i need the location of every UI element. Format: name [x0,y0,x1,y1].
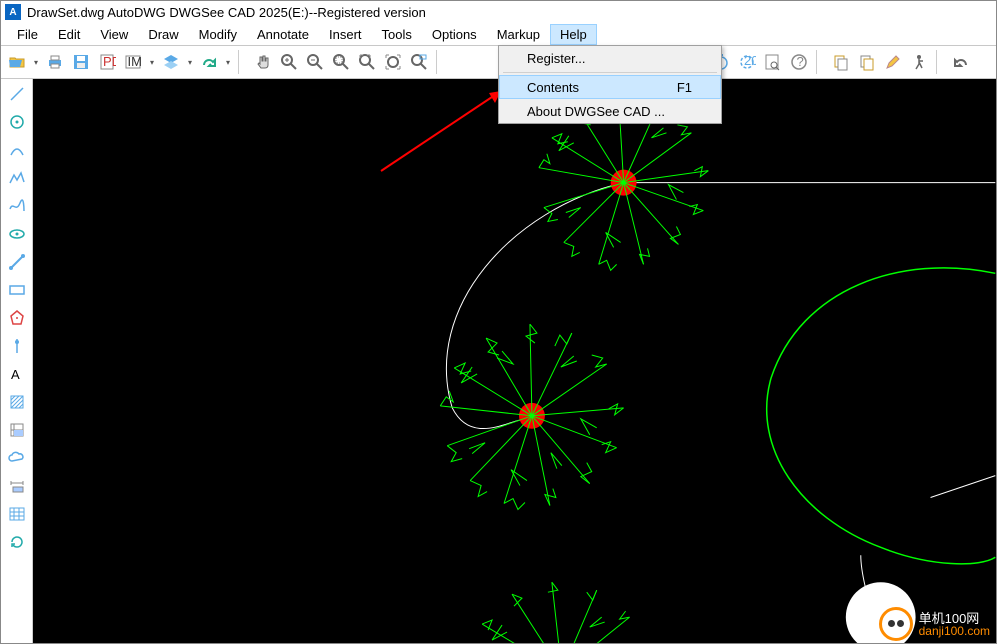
watermark-line1: 单机100网 [919,612,990,625]
menu-tools[interactable]: Tools [372,24,422,45]
window-title: DrawSet.dwg AutoDWG DWGSee CAD 2025(E:)-… [27,5,426,20]
brush-button[interactable] [881,50,905,74]
menu-options[interactable]: Options [422,24,487,45]
zoom-area-button[interactable] [407,50,431,74]
zoom-window-button[interactable] [329,50,353,74]
hatch-tool[interactable] [6,391,28,413]
help-contents[interactable]: Contents F1 [499,75,721,99]
undo-button[interactable] [949,50,973,74]
help-about[interactable]: About DWGSee CAD ... [499,99,721,123]
help-contents-shortcut: F1 [677,80,692,95]
marker-tool[interactable] [6,335,28,357]
point-tool[interactable] [6,251,28,273]
dimension-tool[interactable] [6,475,28,497]
timer-button[interactable]: 20 [735,50,759,74]
help-button[interactable]: ? [787,50,811,74]
zoom-all-button[interactable] [381,50,405,74]
pan-button[interactable] [251,50,275,74]
zoom-in-button[interactable] [277,50,301,74]
paste-button[interactable] [855,50,879,74]
svg-text:PDF: PDF [103,54,116,69]
menu-file[interactable]: File [7,24,48,45]
cloud-tool[interactable] [6,447,28,469]
svg-text:IMG: IMG [128,54,143,69]
svg-text:20: 20 [744,53,756,68]
svg-text:A: A [11,367,20,382]
polyline-tool[interactable] [6,167,28,189]
open-button[interactable] [5,50,29,74]
redo-button[interactable] [197,50,221,74]
redo-dropdown[interactable]: ▾ [223,58,233,67]
watermark-icon [879,607,913,641]
open-dropdown[interactable]: ▾ [31,58,41,67]
menu-edit[interactable]: Edit [48,24,90,45]
pdf-export-button[interactable]: PDF [95,50,119,74]
help-register[interactable]: Register... [499,46,721,70]
spline-tool[interactable] [6,195,28,217]
svg-text:?: ? [797,54,804,69]
menu-separator [503,72,717,73]
polygon-tool[interactable] [6,307,28,329]
watermark: 单机100网 danji100.com [879,607,990,641]
title-bar: A DrawSet.dwg AutoDWG DWGSee CAD 2025(E:… [1,1,996,23]
menu-insert[interactable]: Insert [319,24,372,45]
walk-button[interactable] [907,50,931,74]
print-button[interactable] [43,50,67,74]
refresh-tool[interactable] [6,531,28,553]
block-tool[interactable] [6,419,28,441]
layers-button[interactable] [159,50,183,74]
rectangle-tool[interactable] [6,279,28,301]
menu-modify[interactable]: Modify [189,24,247,45]
app-icon: A [5,4,21,20]
ellipse-tool[interactable] [6,223,28,245]
help-contents-label: Contents [527,80,579,95]
circle-tool[interactable] [6,111,28,133]
zoom-out-button[interactable] [303,50,327,74]
img-export-button[interactable]: IMG [121,50,145,74]
zoom-extents-button[interactable] [355,50,379,74]
help-register-label: Register... [527,51,586,66]
watermark-line2: danji100.com [919,625,990,637]
layers-dropdown[interactable]: ▾ [185,58,195,67]
menu-help[interactable]: Help [550,24,597,45]
help-dropdown: Register... Contents F1 About DWGSee CAD… [498,45,722,124]
text-tool[interactable]: A [6,363,28,385]
menu-bar: File Edit View Draw Modify Annotate Inse… [1,23,996,45]
copy-button[interactable] [829,50,853,74]
help-about-label: About DWGSee CAD ... [527,104,665,119]
export-dropdown[interactable]: ▾ [147,58,157,67]
table-tool[interactable] [6,503,28,525]
arc-tool[interactable] [6,139,28,161]
menu-markup[interactable]: Markup [487,24,550,45]
menu-draw[interactable]: Draw [138,24,188,45]
line-tool[interactable] [6,83,28,105]
menu-annotate[interactable]: Annotate [247,24,319,45]
save-button[interactable] [69,50,93,74]
draw-sidebar: A [1,79,33,643]
search-button[interactable] [761,50,785,74]
menu-view[interactable]: View [90,24,138,45]
